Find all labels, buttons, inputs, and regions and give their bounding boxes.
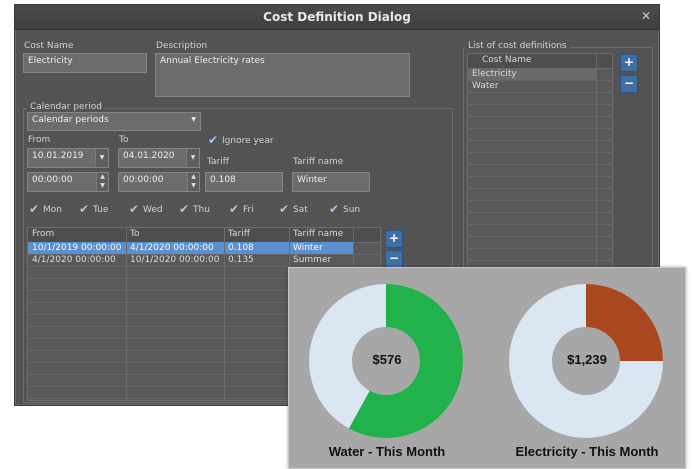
checkmark-icon: ✔ (279, 202, 290, 216)
column-divider (126, 228, 127, 400)
list-item[interactable]: Water (468, 81, 596, 91)
row-divider (468, 212, 612, 213)
monthly-cost-charts: $576 $1,239 Water - This Month Electrici… (288, 267, 686, 469)
table-cell[interactable]: Summer (289, 255, 353, 265)
dialog-title: Cost Definition Dialog (263, 10, 411, 24)
from-label: From (28, 135, 51, 145)
row-divider (468, 140, 612, 141)
table-cell[interactable]: 0.135 (224, 255, 289, 265)
row-divider (468, 116, 612, 117)
column-header[interactable]: Cost Name (468, 55, 588, 65)
day-label: Mon (43, 204, 62, 215)
from-time-stepper[interactable]: 00:00:00 ▲ ▼ (27, 172, 109, 192)
checkmark-icon: ✔ (179, 202, 190, 216)
to-time-stepper[interactable]: 00:00:00 ▲ ▼ (118, 172, 200, 192)
to-label: To (119, 135, 129, 145)
day-checkbox-fri[interactable]: ✔ Fri (229, 202, 254, 216)
to-time-value: 00:00:00 (123, 175, 164, 185)
checkmark-icon: ✔ (229, 202, 240, 216)
to-date-value: 04.01.2020 (123, 151, 175, 161)
row-divider (468, 236, 612, 237)
row-divider (468, 176, 612, 177)
ignore-year-checkbox[interactable]: ✔ Ignore year (208, 133, 274, 147)
column-header[interactable]: Tariff (224, 229, 289, 239)
row-divider (468, 260, 612, 261)
row-divider (468, 104, 612, 105)
chevron-down-icon[interactable]: ▼ (95, 149, 108, 167)
table-cell[interactable]: 0.108 (224, 243, 289, 253)
day-checkbox-wed[interactable]: ✔ Wed (129, 202, 163, 216)
electricity-caption: Electricity - This Month (515, 444, 659, 459)
row-divider (468, 164, 612, 165)
day-checkbox-mon[interactable]: ✔ Mon (29, 202, 62, 216)
from-date-picker[interactable]: 10.01.2019 ▼ (27, 148, 109, 168)
row-divider (468, 128, 612, 129)
day-label: Thu (193, 204, 210, 215)
stepper-arrows-icon[interactable]: ▲ ▼ (187, 173, 199, 191)
table-cell[interactable]: 10/1/2019 00:00:00 (28, 243, 126, 253)
remove-cost-button[interactable]: − (620, 75, 638, 93)
water-center-value: $576 (372, 352, 402, 367)
from-time-value: 00:00:00 (32, 175, 73, 185)
tariff-name-label: Tariff name (293, 157, 344, 167)
description-label: Description (156, 41, 208, 51)
row-divider (468, 188, 612, 189)
chevron-down-icon: ▼ (191, 116, 196, 123)
column-header[interactable]: Tariff name (289, 229, 353, 239)
add-cost-button[interactable]: + (620, 54, 638, 72)
table-cell[interactable]: 4/1/2020 00:00:00 (126, 243, 224, 253)
day-label: Wed (143, 204, 163, 215)
day-label: Tue (93, 204, 109, 215)
list-item[interactable]: Electricity (468, 69, 596, 79)
from-date-value: 10.01.2019 (32, 151, 84, 161)
day-label: Sun (343, 204, 361, 215)
tariff-name-input[interactable]: Winter (292, 172, 370, 192)
day-label: Fri (243, 204, 254, 215)
remove-period-button[interactable]: − (385, 250, 403, 268)
table-cell[interactable]: Winter (289, 243, 353, 253)
calendar-period-select[interactable]: Calendar periods ▼ (27, 112, 201, 131)
day-checkbox-tue[interactable]: ✔ Tue (79, 202, 109, 216)
tariff-input[interactable]: 0.108 (205, 172, 283, 192)
checkmark-icon: ✔ (208, 133, 219, 147)
table-cell[interactable]: 4/1/2020 00:00:00 (28, 255, 126, 265)
checkmark-icon: ✔ (129, 202, 140, 216)
description-input[interactable]: Annual Electricity rates (155, 53, 410, 97)
row-divider (468, 224, 612, 225)
chevron-down-icon[interactable]: ▼ (186, 149, 199, 167)
calendar-period-label: Calendar period (27, 102, 105, 112)
column-header[interactable]: To (126, 229, 224, 239)
day-checkbox-sat[interactable]: ✔ Sat (279, 202, 308, 216)
column-divider (224, 228, 225, 400)
stepper-arrows-icon[interactable]: ▲ ▼ (96, 173, 108, 191)
day-checkbox-thu[interactable]: ✔ Thu (179, 202, 210, 216)
row-divider (468, 200, 612, 201)
cost-name-label: Cost Name (24, 41, 74, 51)
ignore-year-label: Ignore year (222, 135, 274, 146)
water-donut-chart (309, 284, 663, 438)
row-divider (468, 152, 612, 153)
cost-name-input[interactable]: Electricity (23, 53, 147, 73)
water-caption: Water - This Month (328, 444, 446, 459)
checkmark-icon: ✔ (29, 202, 40, 216)
table-cell[interactable]: 10/1/2020 00:00:00 (126, 255, 224, 265)
day-checkbox-sun[interactable]: ✔ Sun (329, 202, 361, 216)
day-label: Sat (293, 204, 308, 215)
cost-definitions-label: List of cost definitions (465, 41, 570, 51)
to-date-picker[interactable]: 04.01.2020 ▼ (118, 148, 200, 168)
add-period-button[interactable]: + (385, 230, 403, 248)
tariff-label: Tariff (207, 157, 229, 167)
title-bar[interactable]: Cost Definition Dialog ✕ (15, 5, 659, 30)
calendar-period-value: Calendar periods (32, 115, 109, 125)
checkmark-icon: ✔ (329, 202, 340, 216)
row-divider (468, 92, 612, 93)
close-icon[interactable]: ✕ (641, 9, 651, 23)
row-divider (468, 248, 612, 249)
checkmark-icon: ✔ (79, 202, 90, 216)
electricity-center-value: $1,239 (567, 352, 607, 367)
column-header[interactable]: From (28, 229, 126, 239)
